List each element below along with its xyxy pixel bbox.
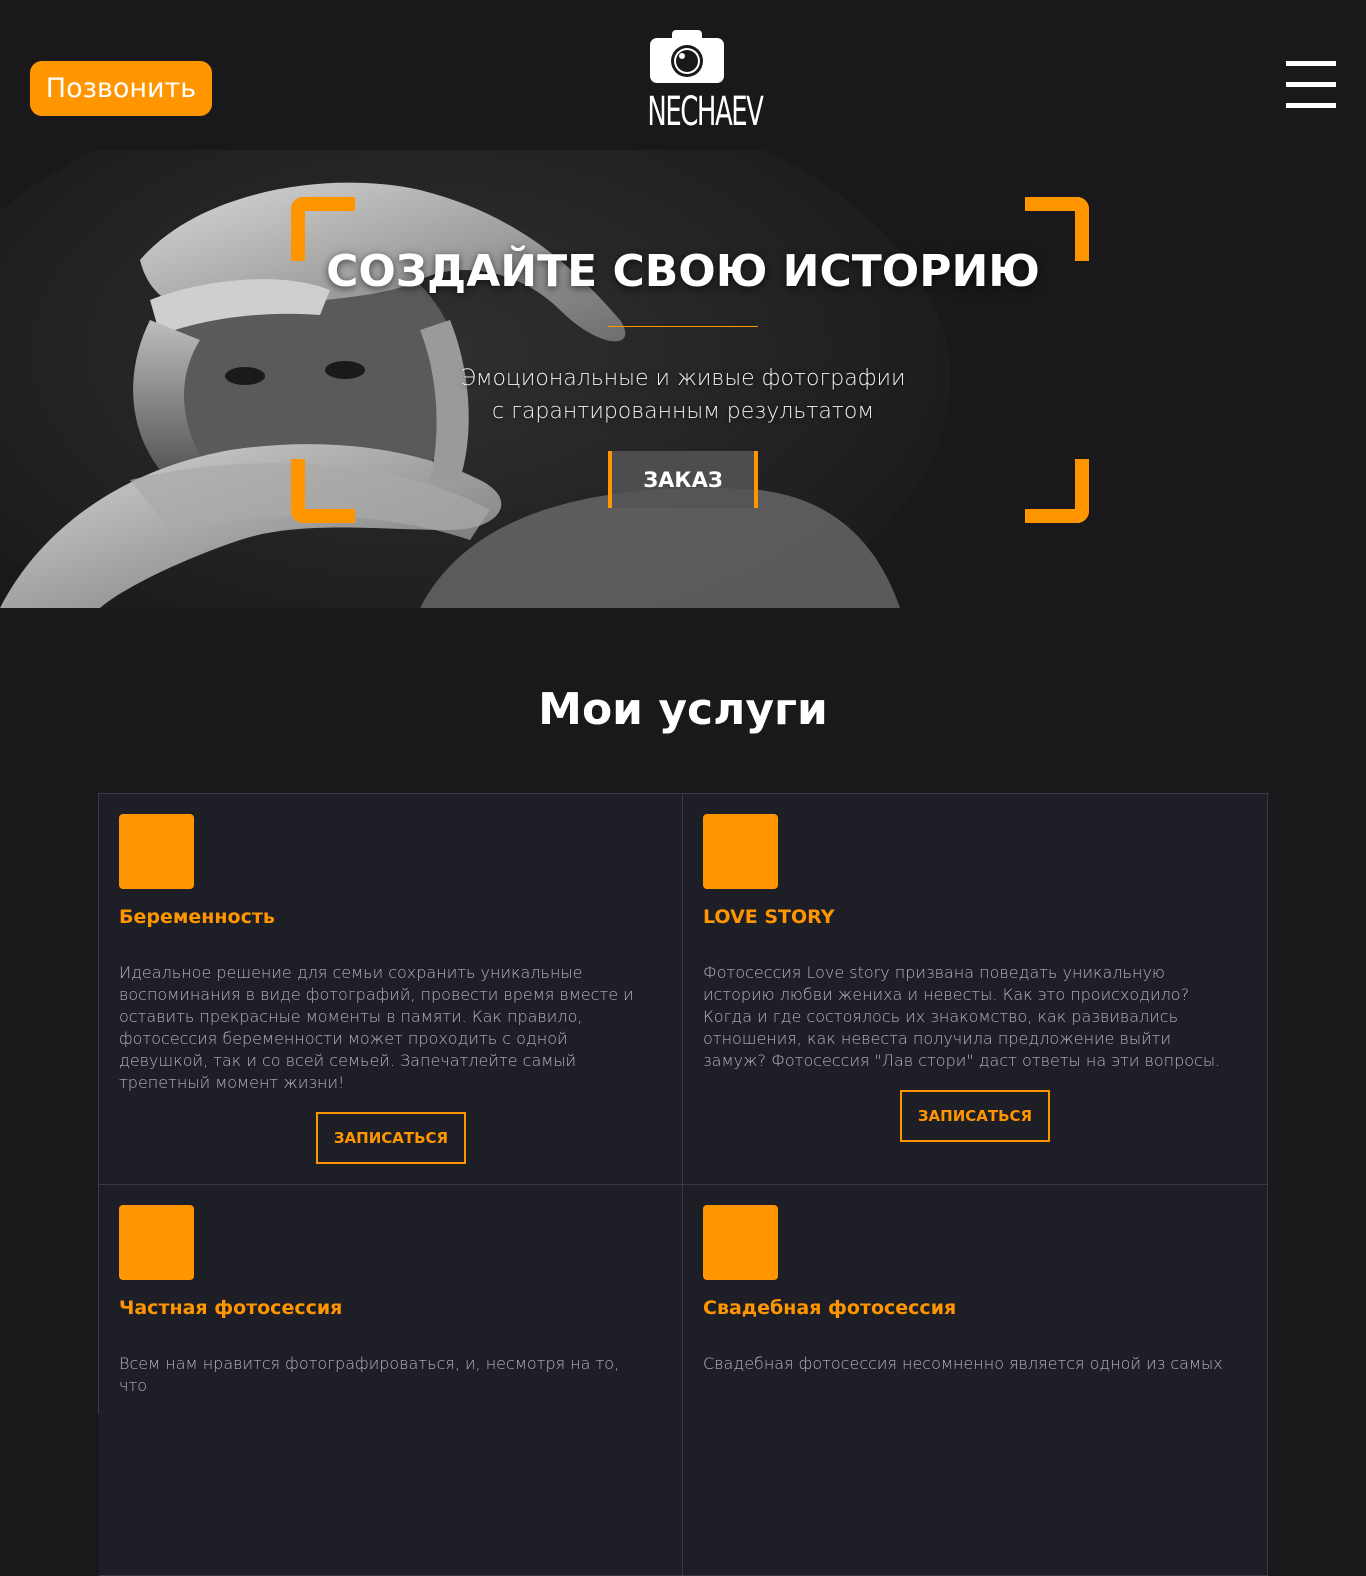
services-title: Мои услуги [538, 684, 828, 735]
frame-corner-bottom-right [1025, 459, 1089, 523]
service-icon [119, 1205, 194, 1280]
service-description: Идеальное решение для семьи сохранить ун… [119, 963, 634, 1092]
service-icon [119, 814, 194, 889]
hero-section: СОЗДАЙТЕ СВОЮ ИСТОРИЮ Эмоциональные и жи… [0, 150, 1366, 608]
service-title: LOVE STORY [703, 906, 835, 928]
logo-text: NECHAEV [647, 89, 764, 135]
service-card-wedding: Свадебная фотосессия Свадебная фотосесси… [683, 1185, 1268, 1576]
service-description: Свадебная фотосессия несомненно является… [703, 1354, 1223, 1373]
service-description: Всем нам нравится фотографироваться, и, … [119, 1354, 620, 1395]
hero-divider [608, 326, 758, 327]
service-icon [703, 1205, 778, 1280]
order-button[interactable]: ЗАКАЗ [608, 451, 758, 508]
signup-button[interactable]: ЗАПИСАТЬСЯ [900, 1090, 1050, 1142]
signup-button[interactable]: ЗАПИСАТЬСЯ [316, 1112, 466, 1164]
logo[interactable]: NECHAEV [632, 28, 764, 138]
camera-icon [650, 30, 724, 83]
hero-subtitle: Эмоциональные и живые фотографии с гаран… [0, 362, 1366, 428]
frame-corner-bottom-left [291, 459, 355, 523]
hero-title: СОЗДАЙТЕ СВОЮ ИСТОРИЮ [326, 246, 1040, 297]
service-card-love-story: LOVE STORY Фотосессия Love story призван… [683, 794, 1268, 1185]
menu-icon[interactable] [1286, 61, 1336, 109]
service-card-pregnancy: Беременность Идеальное решение для семьи… [99, 794, 683, 1185]
service-title: Свадебная фотосессия [703, 1297, 957, 1319]
call-button[interactable]: Позвонить [30, 61, 212, 116]
service-title: Беременность [119, 906, 275, 928]
service-title: Частная фотосессия [119, 1297, 343, 1319]
hero-subtitle-line1: Эмоциональные и живые фотографии [460, 366, 906, 391]
service-card-private: Частная фотосессия Всем нам нравится фот… [99, 1185, 683, 1576]
service-icon [703, 814, 778, 889]
services-grid: Беременность Идеальное решение для семьи… [98, 793, 1269, 1576]
hero-subtitle-line2: с гарантированным результатом [492, 399, 874, 424]
service-description: Фотосессия Love story призвана поведать … [703, 963, 1221, 1070]
